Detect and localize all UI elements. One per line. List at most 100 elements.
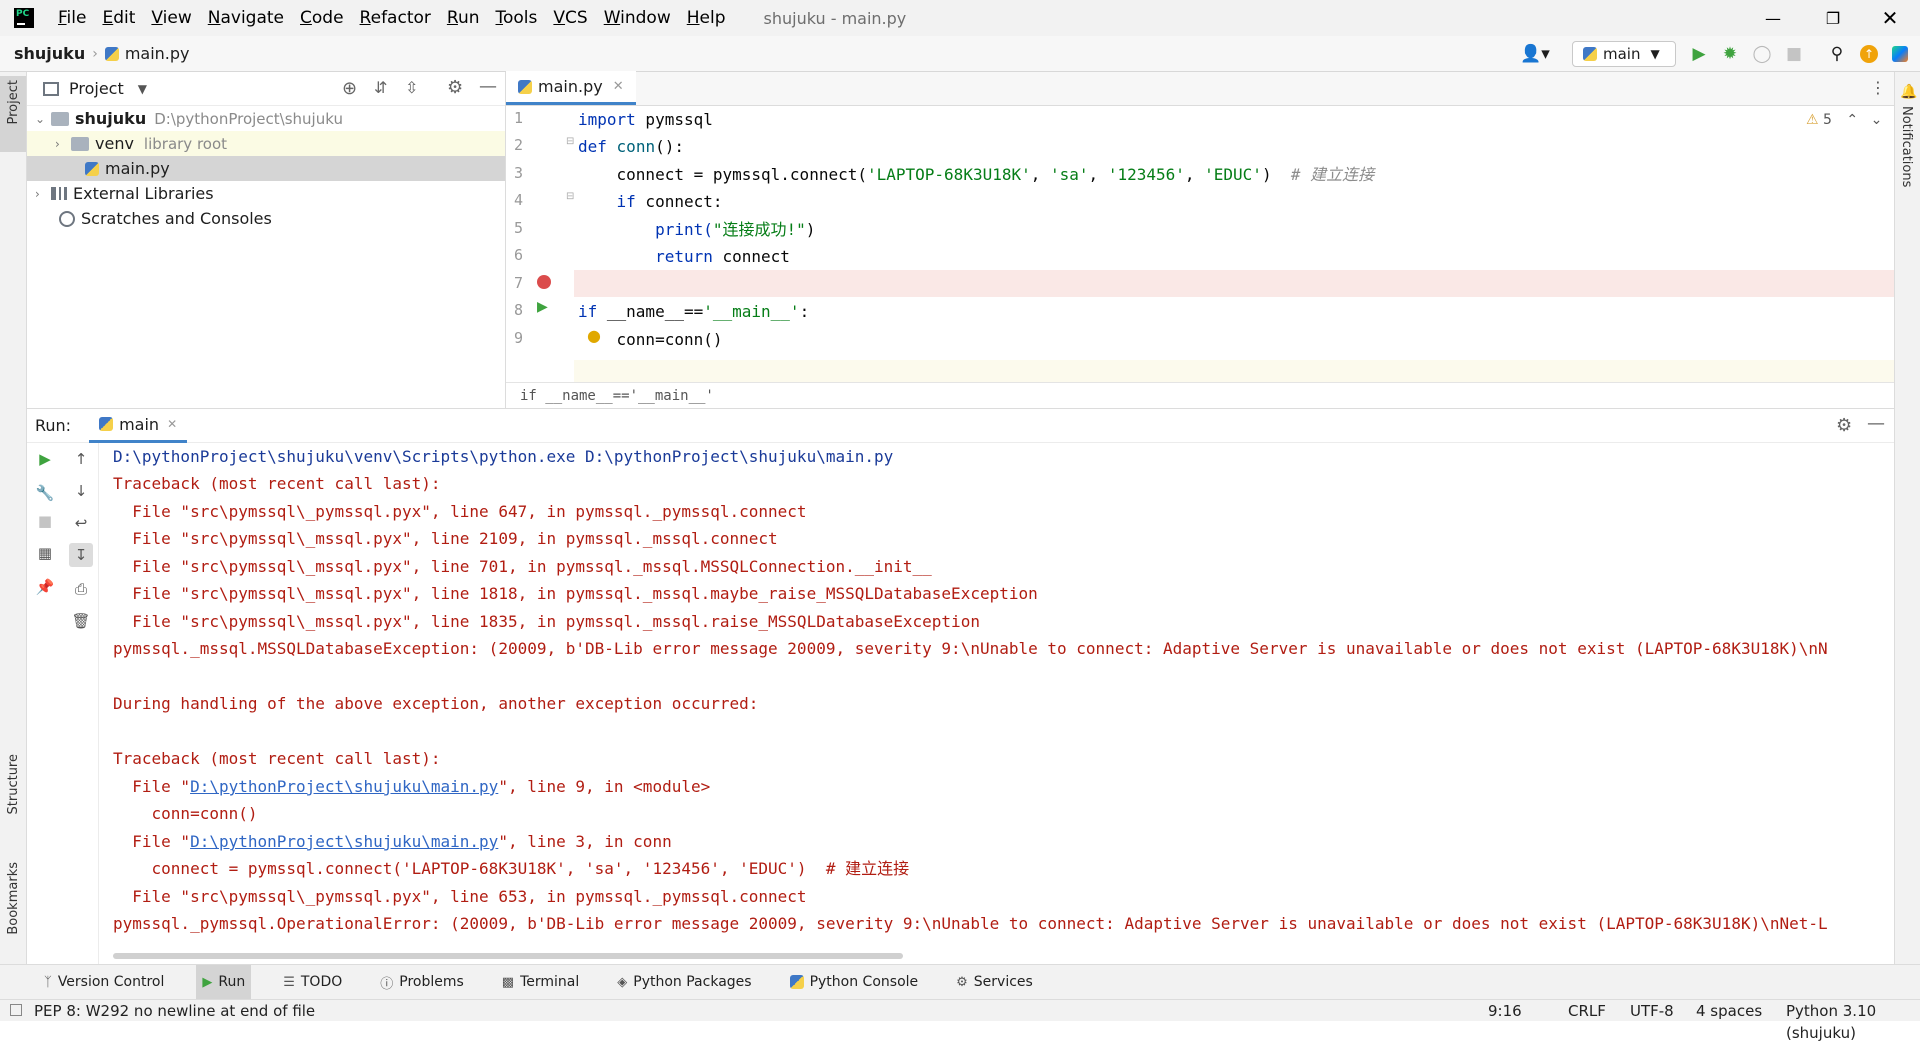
file-link[interactable]: D:\pythonProject\shujuku\main.py [190,832,498,851]
stop-icon[interactable]: ■ [1782,42,1806,66]
run-config-label: main [1603,45,1641,63]
tree-item-main-py[interactable]: main.py [27,156,505,181]
folder-icon [51,111,69,126]
tab-main-py[interactable]: main.py ✕ [506,71,636,105]
console-output[interactable]: D:\pythonProject\shujuku\venv\Scripts\py… [113,443,1879,943]
tool-terminal[interactable]: ▩ Terminal [496,965,585,1000]
tree-root-shujuku[interactable]: ⌄ shujuku D:\pythonProject\shujuku [27,106,505,131]
line-separator[interactable]: CRLF [1568,1000,1606,1022]
tree-scratches-label: Scratches and Consoles [81,209,272,228]
lightbulb-icon[interactable]: ● [587,326,601,345]
status-bar: PEP 8: W292 no newline at end of file 9:… [0,999,1920,1042]
bell-icon[interactable]: 🔔 [1900,84,1917,100]
project-stripe-label: Project [6,80,21,125]
collapse-all-icon[interactable]: ⇳ [405,78,418,97]
jetbrains-toolbox-icon[interactable] [1888,42,1912,66]
menu-file[interactable]: File [50,0,94,36]
code-line-8: if __name__=='__main__': [578,302,810,321]
python-icon [99,417,114,431]
status-message[interactable]: PEP 8: W292 no newline at end of file [34,1000,315,1022]
restore-button[interactable]: ❐ [1805,0,1861,36]
menu-code[interactable]: Code [292,0,352,36]
horizontal-scrollbar[interactable] [113,953,903,959]
menu-view[interactable]: View [143,0,199,36]
tree-item-external-libraries[interactable]: › External Libraries [27,181,505,206]
close-tab-icon[interactable]: ✕ [613,79,624,94]
file-encoding[interactable]: UTF-8 [1630,1000,1674,1022]
run-icon[interactable]: ▶ [1687,42,1711,66]
code-area[interactable]: import pymssql def conn(): connect = pym… [506,106,1894,382]
layout-icon[interactable]: ▦ [33,541,57,565]
locate-icon[interactable]: ⊕ [342,78,357,99]
menu-edit[interactable]: Edit [94,0,143,36]
python-file-icon [104,47,119,61]
menu-run[interactable]: Run [439,0,488,36]
run-config-selector[interactable]: main ▼ [1572,41,1676,67]
project-panel: Project ▼ ⊕ ⇵ ⇳ ⚙ — ⌄ shujuku D:\pythonP… [27,72,506,408]
debug-icon[interactable]: ✹ [1718,42,1742,66]
tool-run[interactable]: ▶ Run [196,964,252,1000]
stop-icon[interactable]: ■ [33,509,57,533]
tool-services[interactable]: ⚙ Services [950,965,1039,1000]
tool-version-control[interactable]: ᛉ Version Control [38,965,170,1000]
tree-file-name: main.py [105,159,170,178]
chevron-down-icon: ▼ [1650,47,1660,61]
title-bar: File Edit View Navigate Code Refactor Ru… [0,0,1920,36]
menu-tools[interactable]: Tools [488,0,546,36]
search-icon[interactable]: ⚲ [1825,42,1849,66]
breadcrumb-project[interactable]: shujuku [14,44,85,63]
coverage-icon[interactable]: ◯ [1750,42,1774,66]
update-icon[interactable]: ↑ [1857,42,1881,66]
close-tab-icon[interactable]: ✕ [167,417,177,431]
code-breadcrumb[interactable]: if __name__=='__main__' [506,382,1894,408]
terminal-icon: ▩ [501,974,515,990]
hide-panel-icon[interactable]: — [479,76,497,97]
trash-icon[interactable]: 🗑 [69,609,93,633]
caret-position[interactable]: 9:16 [1488,1000,1522,1022]
run-tab-main[interactable]: main ✕ [89,409,188,443]
menu-help[interactable]: Help [679,0,734,36]
tree-item-venv[interactable]: › venv library root [27,131,505,156]
chevron-down-icon[interactable]: ▼ [138,82,147,96]
tool-python-packages[interactable]: ◈ Python Packages [611,965,757,1000]
expand-all-icon[interactable]: ⇵ [374,78,387,97]
tool-todo[interactable]: ☰ TODO [277,965,348,1000]
hide-panel-icon[interactable]: — [1867,413,1885,434]
console-line: File "src\pymssql\_pymssql.pyx", line 65… [113,887,807,906]
tool-python-console[interactable]: Python Console [784,965,925,1000]
arrow-up-icon[interactable]: ↑ [69,447,93,471]
tree-item-scratches[interactable]: Scratches and Consoles [27,206,505,231]
console-line: File "src\pymssql\_mssql.pyx", line 1835… [113,612,980,631]
tool-problems[interactable]: ⓘ Problems [374,965,470,1000]
scroll-to-end-icon[interactable]: ↧ [69,543,93,567]
indent-setting[interactable]: 4 spaces [1696,1000,1762,1022]
minimize-button[interactable]: — [1745,0,1801,36]
soft-wrap-icon[interactable]: ↩ [69,511,93,535]
wrench-icon[interactable]: 🔧 [33,481,57,505]
structure-stripe-tab[interactable]: Structure [6,754,21,814]
menu-navigate[interactable]: Navigate [200,0,292,36]
status-toggle-icon[interactable] [10,1004,22,1016]
menu-vcs[interactable]: VCS [545,0,595,36]
file-link[interactable]: D:\pythonProject\shujuku\main.py [190,777,498,796]
user-account-icon[interactable]: 👤▾ [1520,42,1550,66]
rerun-icon[interactable]: ▶ [33,447,57,471]
close-window-button[interactable]: ✕ [1862,0,1918,36]
pycharm-logo-icon [14,8,34,28]
menu-window[interactable]: Window [596,0,679,36]
project-panel-title[interactable]: Project [69,79,124,98]
tree-root-path: D:\pythonProject\shujuku [154,109,343,128]
pin-icon[interactable]: 📌 [33,575,57,599]
more-options-icon[interactable]: ⋮ [1870,78,1886,97]
notifications-stripe-tab[interactable]: Notifications [1899,106,1914,187]
python-interpreter[interactable]: Python 3.10 (shujuku) [1786,1000,1920,1042]
menu-refactor[interactable]: Refactor [352,0,439,36]
project-stripe-tab[interactable]: Project [0,76,26,152]
gear-icon[interactable]: ⚙ [447,77,463,98]
gear-icon[interactable]: ⚙ [1836,415,1852,436]
breadcrumb-file[interactable]: main.py [104,44,190,63]
print-icon[interactable]: ⎙ [69,577,93,601]
tree-venv-name: venv [95,134,134,153]
arrow-down-icon[interactable]: ↓ [69,479,93,503]
bookmarks-stripe-tab[interactable]: Bookmarks [6,862,21,935]
